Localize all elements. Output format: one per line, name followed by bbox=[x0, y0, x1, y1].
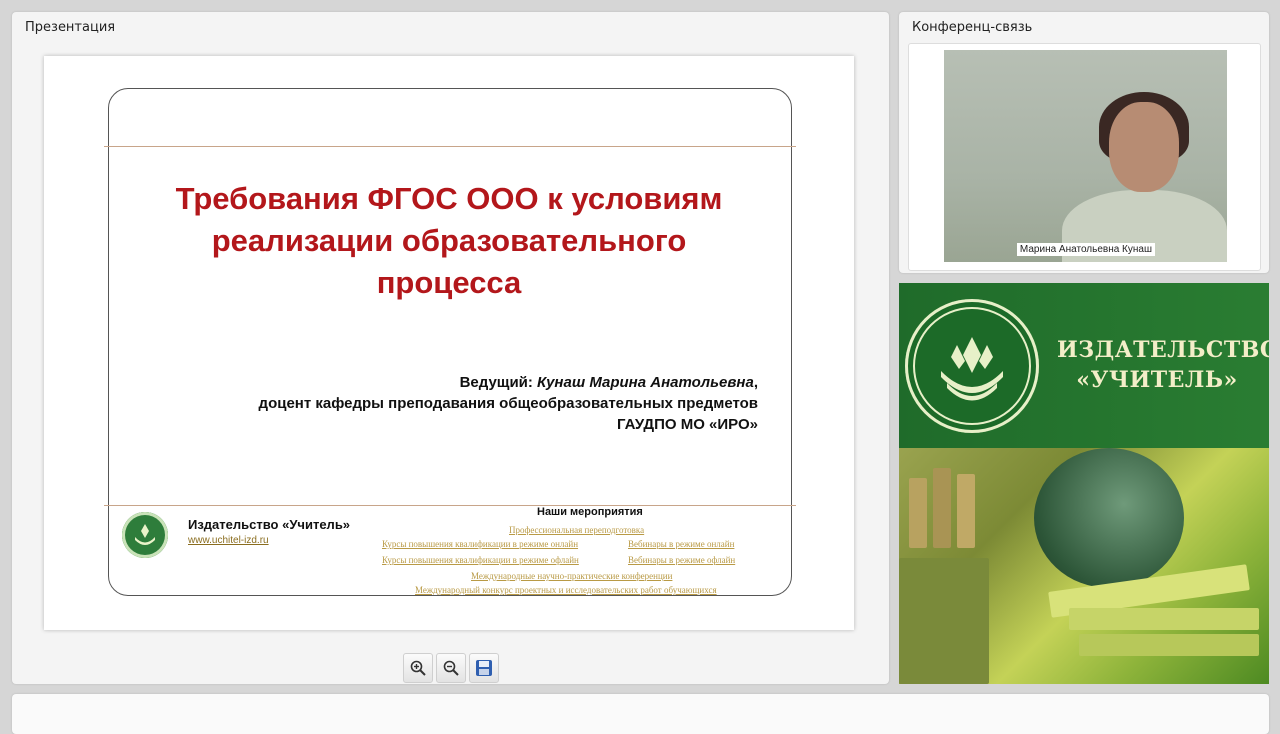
participant-video[interactable]: Марина Анатольевна Кунаш bbox=[944, 50, 1227, 262]
presenter-prefix: Ведущий: bbox=[459, 374, 538, 391]
event-link-webinars-online[interactable]: Вебинары в режиме онлайн bbox=[628, 539, 734, 549]
save-icon bbox=[476, 660, 492, 676]
slide-title-line-2: реализации образовательного bbox=[211, 223, 687, 258]
event-link-contest[interactable]: Международный конкурс проектных и исслед… bbox=[415, 585, 717, 595]
banner-top: ИЗДАТЕЛЬСТВО «УЧИТЕЛЬ» bbox=[899, 283, 1269, 448]
presenter-info: Ведущий: Кунаш Марина Анатольевна, доцен… bbox=[259, 372, 758, 435]
slide-title: Требования ФГОС ООО к условиям реализаци… bbox=[114, 178, 784, 304]
event-link-retraining[interactable]: Профессиональная переподготовка bbox=[509, 525, 644, 535]
banner-logo-icon bbox=[905, 299, 1039, 433]
bottom-panel bbox=[12, 694, 1269, 734]
presenter-organization: ГАУДПО МО «ИРО» bbox=[617, 416, 758, 433]
participant-name-label: Марина Анатольевна Кунаш bbox=[1016, 243, 1155, 256]
zoom-out-button[interactable] bbox=[436, 653, 466, 683]
conference-panel: Конференц-связь Марина Анатольевна Кунаш bbox=[899, 12, 1269, 273]
zoom-in-icon bbox=[410, 660, 426, 676]
globe-image bbox=[1034, 448, 1184, 588]
event-link-courses-online[interactable]: Курсы повышения квалификации в режиме он… bbox=[382, 539, 578, 549]
save-button[interactable] bbox=[469, 653, 499, 683]
publisher-logo-icon bbox=[122, 512, 168, 558]
banner-line-1: ИЗДАТЕЛЬСТВО bbox=[1057, 337, 1269, 363]
slide-title-line-1: Требования ФГОС ООО к условиям bbox=[175, 181, 723, 216]
events-title: Наши мероприятия bbox=[537, 506, 643, 518]
event-link-courses-offline[interactable]: Курсы повышения квалификации в режиме оф… bbox=[382, 555, 579, 565]
participant-head bbox=[1109, 102, 1179, 192]
publisher-banner[interactable]: ИЗДАТЕЛЬСТВО «УЧИТЕЛЬ» bbox=[899, 283, 1269, 684]
banner-line-2: «УЧИТЕЛЬ» bbox=[1076, 367, 1238, 393]
slide-title-line-3: процесса bbox=[376, 265, 522, 300]
presenter-line: Ведущий: Кунаш Марина Анатольевна, bbox=[259, 372, 758, 393]
book-shape bbox=[1069, 608, 1259, 630]
publisher-url-link[interactable]: www.uchitel-izd.ru bbox=[188, 535, 269, 546]
presentation-panel-title: Презентация bbox=[25, 20, 116, 35]
book-stack bbox=[899, 558, 989, 684]
event-link-conferences[interactable]: Международные научно-практические конфер… bbox=[471, 571, 672, 581]
book-spine bbox=[957, 474, 975, 548]
event-link-webinars-offline[interactable]: Вебинары в режиме офлайн bbox=[628, 555, 735, 565]
presenter-comma: , bbox=[753, 374, 758, 391]
banner-image bbox=[899, 448, 1269, 684]
book-spine bbox=[909, 478, 927, 548]
slide: Требования ФГОС ООО к условиям реализаци… bbox=[44, 56, 854, 630]
presentation-panel: Презентация Требования ФГОС ООО к услови… bbox=[12, 12, 889, 684]
zoom-out-icon bbox=[443, 660, 459, 676]
book-spine bbox=[933, 468, 951, 548]
book-shape bbox=[1079, 634, 1259, 656]
conference-panel-title: Конференц-связь bbox=[912, 20, 1033, 35]
presenter-position: доцент кафедры преподавания общеобразова… bbox=[258, 395, 758, 412]
slide-bottom-rule bbox=[104, 505, 796, 506]
zoom-in-button[interactable] bbox=[403, 653, 433, 683]
slide-top-rule bbox=[104, 146, 796, 147]
banner-text: ИЗДАТЕЛЬСТВО «УЧИТЕЛЬ» bbox=[1057, 335, 1269, 395]
publisher-name: Издательство «Учитель» bbox=[188, 517, 351, 532]
presenter-name: Кунаш Марина Анатольевна bbox=[537, 374, 754, 391]
